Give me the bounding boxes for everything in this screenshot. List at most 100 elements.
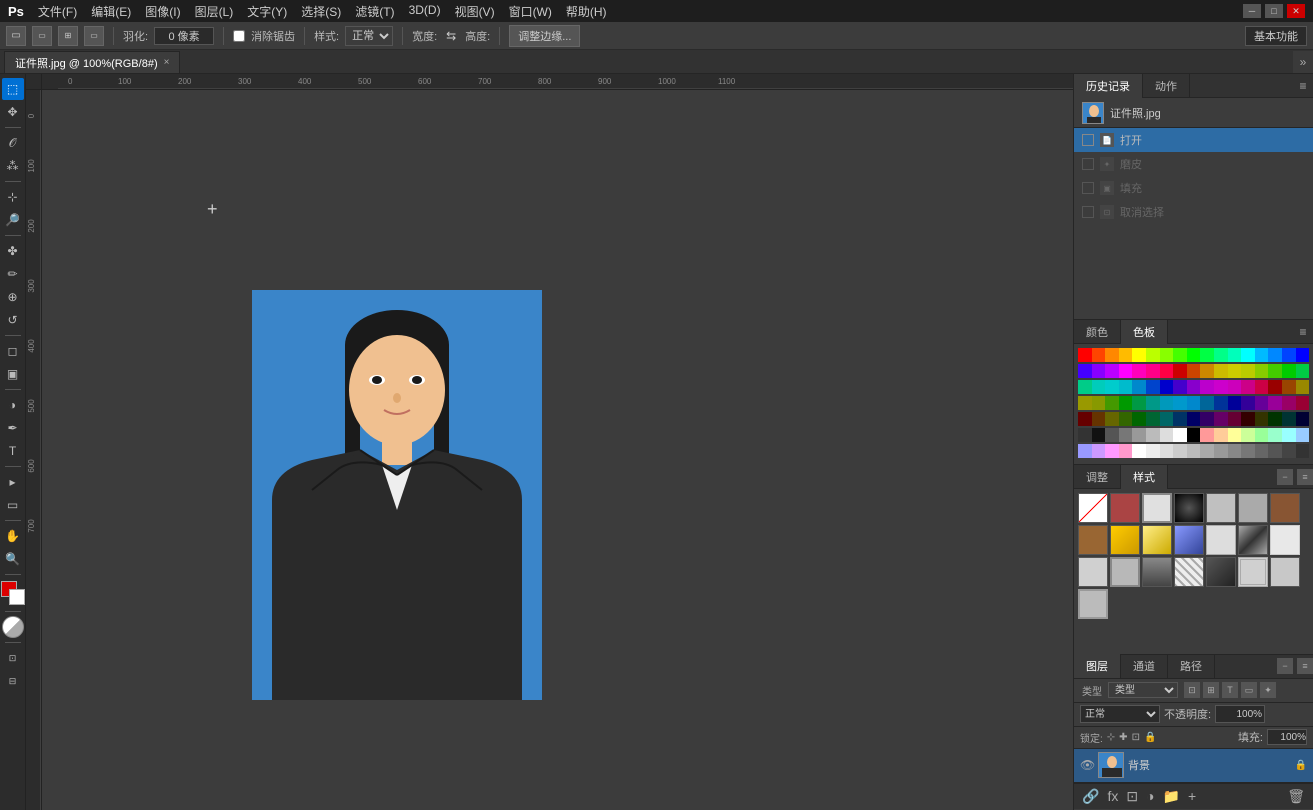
color-swatch-0-14[interactable] <box>1268 348 1282 362</box>
menu-text[interactable]: 文字(Y) <box>241 1 293 22</box>
refine-edge-button[interactable]: 调整边缘... <box>509 25 580 47</box>
color-swatch-6-15[interactable] <box>1282 444 1296 458</box>
rect-select-sub-btn[interactable]: ▭ <box>84 26 104 46</box>
color-swatch-5-9[interactable] <box>1200 428 1214 442</box>
color-swatch-2-13[interactable] <box>1255 380 1269 394</box>
style-14[interactable] <box>1078 557 1108 587</box>
color-swatch-5-1[interactable] <box>1092 428 1106 442</box>
color-swatch-1-5[interactable] <box>1146 364 1160 378</box>
color-picker[interactable] <box>1 581 25 605</box>
color-swatch-1-0[interactable] <box>1078 364 1092 378</box>
style-18[interactable] <box>1206 557 1236 587</box>
color-swatch-2-12[interactable] <box>1241 380 1255 394</box>
add-group-btn[interactable]: 📁 <box>1163 788 1180 805</box>
style-17[interactable] <box>1174 557 1204 587</box>
color-swatch-6-5[interactable] <box>1146 444 1160 458</box>
add-adjustment-btn[interactable]: ◑ <box>1146 788 1154 804</box>
spot-heal-tool[interactable]: ✤ <box>2 240 24 262</box>
color-swatch-6-11[interactable] <box>1228 444 1242 458</box>
color-swatch-0-4[interactable] <box>1132 348 1146 362</box>
color-swatch-1-12[interactable] <box>1241 364 1255 378</box>
tab-close-button[interactable]: × <box>164 57 170 68</box>
color-swatch-3-0[interactable] <box>1078 396 1092 410</box>
style-20[interactable] <box>1270 557 1300 587</box>
history-brush-tool[interactable]: ↺ <box>2 309 24 331</box>
style-12[interactable] <box>1238 525 1268 555</box>
history-item-mobi[interactable]: ✦ 磨皮 <box>1074 152 1313 176</box>
color-swatch-1-2[interactable] <box>1105 364 1119 378</box>
layers-smart-icon[interactable]: ✦ <box>1260 682 1276 698</box>
color-swatch-4-1[interactable] <box>1092 412 1106 426</box>
lasso-tool[interactable]: 𝒪 <box>2 132 24 154</box>
color-swatch-5-13[interactable] <box>1255 428 1269 442</box>
tab-channels[interactable]: 通道 <box>1121 654 1168 678</box>
color-swatch-1-9[interactable] <box>1200 364 1214 378</box>
color-swatch-6-12[interactable] <box>1241 444 1255 458</box>
tab-actions[interactable]: 动作 <box>1143 74 1190 98</box>
color-swatch-5-11[interactable] <box>1228 428 1242 442</box>
color-swatch-2-7[interactable] <box>1173 380 1187 394</box>
menu-select[interactable]: 选择(S) <box>295 1 347 22</box>
color-swatch-2-11[interactable] <box>1228 380 1242 394</box>
style-4[interactable] <box>1206 493 1236 523</box>
color-swatch-3-1[interactable] <box>1092 396 1106 410</box>
color-swatch-6-4[interactable] <box>1132 444 1146 458</box>
shape-tool[interactable]: ▭ <box>2 494 24 516</box>
style-16[interactable] <box>1142 557 1172 587</box>
layers-menu[interactable]: ≡ <box>1297 658 1313 674</box>
menu-edit[interactable]: 编辑(E) <box>85 1 137 22</box>
lock-pixel-btn[interactable]: ⊹ <box>1107 732 1115 743</box>
color-swatch-5-10[interactable] <box>1214 428 1228 442</box>
color-swatch-2-9[interactable] <box>1200 380 1214 394</box>
layers-text-icon[interactable]: T <box>1222 682 1238 698</box>
path-select-tool[interactable]: ▸ <box>2 471 24 493</box>
color-swatch-5-0[interactable] <box>1078 428 1092 442</box>
color-swatch-4-8[interactable] <box>1187 412 1201 426</box>
style-8[interactable] <box>1110 525 1140 555</box>
color-swatch-4-4[interactable] <box>1132 412 1146 426</box>
color-swatch-5-2[interactable] <box>1105 428 1119 442</box>
color-swatch-2-3[interactable] <box>1119 380 1133 394</box>
color-swatch-6-7[interactable] <box>1173 444 1187 458</box>
style-21[interactable] <box>1078 589 1108 619</box>
menu-view[interactable]: 视图(V) <box>449 1 501 22</box>
history-item-open[interactable]: 📄 打开 <box>1074 128 1313 152</box>
color-swatch-6-13[interactable] <box>1255 444 1269 458</box>
color-swatch-3-16[interactable] <box>1296 396 1310 410</box>
color-swatch-1-14[interactable] <box>1268 364 1282 378</box>
color-swatch-0-6[interactable] <box>1160 348 1174 362</box>
color-swatch-2-15[interactable] <box>1282 380 1296 394</box>
color-swatch-6-6[interactable] <box>1160 444 1174 458</box>
add-link-btn[interactable]: 🔗 <box>1082 788 1099 805</box>
color-swatch-5-15[interactable] <box>1282 428 1296 442</box>
opacity-input[interactable] <box>1215 705 1265 723</box>
menu-image[interactable]: 图像(I) <box>139 1 186 22</box>
style-3[interactable] <box>1174 493 1204 523</box>
color-swatch-1-16[interactable] <box>1296 364 1310 378</box>
zoom-tool[interactable]: 🔍 <box>2 548 24 570</box>
color-swatch-4-0[interactable] <box>1078 412 1092 426</box>
color-swatch-1-7[interactable] <box>1173 364 1187 378</box>
color-swatch-3-3[interactable] <box>1119 396 1133 410</box>
color-swatch-2-4[interactable] <box>1132 380 1146 394</box>
tab-scroll-arrow[interactable]: » <box>1293 51 1313 73</box>
color-swatch-3-14[interactable] <box>1268 396 1282 410</box>
color-swatch-1-4[interactable] <box>1132 364 1146 378</box>
close-button[interactable]: ✕ <box>1287 4 1305 18</box>
color-swatch-6-9[interactable] <box>1200 444 1214 458</box>
layers-pixel-icon[interactable]: ⊡ <box>1184 682 1200 698</box>
color-swatch-4-5[interactable] <box>1146 412 1160 426</box>
color-swatch-0-2[interactable] <box>1105 348 1119 362</box>
crop-tool[interactable]: ⊹ <box>2 186 24 208</box>
color-swatch-0-3[interactable] <box>1119 348 1133 362</box>
color-swatch-3-2[interactable] <box>1105 396 1119 410</box>
style-10[interactable] <box>1174 525 1204 555</box>
color-swatch-3-8[interactable] <box>1187 396 1201 410</box>
color-swatch-5-8[interactable] <box>1187 428 1201 442</box>
tab-paths[interactable]: 路径 <box>1168 654 1215 678</box>
color-swatch-4-15[interactable] <box>1282 412 1296 426</box>
color-swatch-1-1[interactable] <box>1092 364 1106 378</box>
color-swatch-6-1[interactable] <box>1092 444 1106 458</box>
color-swatch-1-13[interactable] <box>1255 364 1269 378</box>
color-swatch-3-7[interactable] <box>1173 396 1187 410</box>
